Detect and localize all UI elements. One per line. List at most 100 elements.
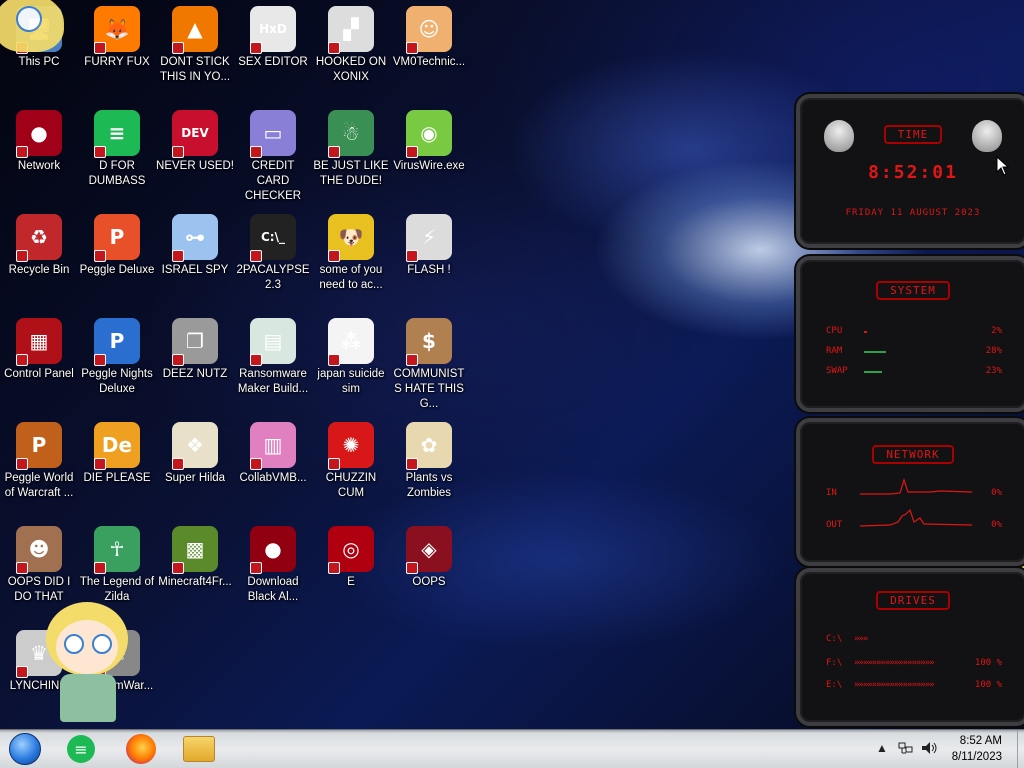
desktop-icon[interactable]: ▤ Ransomware Maker Build... (234, 318, 312, 397)
desktop-icon-label: ISRAEL SPY (161, 264, 229, 276)
firefox-icon (126, 734, 156, 764)
desktop-icon-image: ☥ (94, 526, 140, 574)
desktop-icon-image: ▥ (250, 422, 296, 470)
desktop-icon-image: ☃ (328, 110, 374, 158)
desktop-icon-label: Peggle Nights Deluxe (81, 368, 153, 395)
time-readout: 8:52:01 (868, 162, 958, 183)
desktop-icon[interactable]: De DIE PLEASE (78, 422, 156, 486)
desktop-icon[interactable]: ❐ DEEZ NUTZ (156, 318, 234, 382)
desktop-icon-image: ● (250, 526, 296, 574)
desktop-icon[interactable]: ⚡ FLASH ! (390, 214, 468, 278)
system-stat-bar (864, 351, 886, 353)
volume-tray-icon[interactable] (921, 741, 939, 758)
desktop-icon[interactable]: ☻ OOPS DID I DO THAT (0, 526, 78, 605)
taskbar: ≡ ▲ 8:52 AM 8/11/2023 (0, 729, 1024, 768)
network-tray-icon[interactable] (898, 741, 914, 758)
show-desktop-button[interactable] (1017, 730, 1024, 768)
desktop-icon[interactable]: ▥ CollabVMB... (234, 422, 312, 486)
desktop-icon[interactable]: 🦊 FURRY FUX (78, 6, 156, 70)
time-widget: TIME 8:52:01 FRIDAY 11 AUGUST 2023 (796, 94, 1024, 248)
desktop-icon-label: VirusWire.exe (393, 160, 465, 172)
desktop-icon[interactable]: ❖ Super Hilda (156, 422, 234, 486)
desktop-icon-label: CREDIT CARD CHECKER (244, 160, 302, 202)
desktop-icon-label: Peggle World of Warcraft ... (4, 472, 74, 499)
system-stat-label: CPU (826, 326, 843, 336)
shortcut-arrow-icon (406, 250, 418, 262)
shortcut-arrow-icon (172, 562, 184, 574)
desktop-icon[interactable]: ▦ Control Panel (0, 318, 78, 382)
desktop-icon[interactable]: P Peggle World of Warcraft ... (0, 422, 78, 501)
notes-app-icon: ≡ (67, 735, 95, 763)
system-stat-bar (864, 371, 882, 373)
desktop-icon[interactable]: ◉ VirusWire.exe (390, 110, 468, 174)
desktop-icon[interactable]: ◈ OOPS (390, 526, 468, 590)
desktop-icon[interactable]: HxD SEX EDITOR (234, 6, 312, 70)
desktop-icon[interactable]: C:\_ 2PACALYPSE 2.3 (234, 214, 312, 293)
desktop-icon[interactable]: ◎ E (312, 526, 390, 590)
shortcut-arrow-icon (172, 42, 184, 54)
desktop-icon-label: CHUZZIN CUM (325, 472, 377, 499)
desktop-icon[interactable]: ⁂ japan suicide sim (312, 318, 390, 397)
desktop-icon[interactable]: ● Network (0, 110, 78, 174)
desktop-icon-label: Ransomware Maker Build... (237, 368, 309, 395)
drive-label: E:\ (826, 680, 843, 690)
drive-usage-bar: »»»»»»»»»»»»»»»»»» (854, 680, 935, 690)
desktop-icon-image: P (94, 318, 140, 366)
desktop-icon[interactable]: ⊶ ISRAEL SPY (156, 214, 234, 278)
network-in-graph (860, 478, 972, 495)
tray-show-hidden-icons-button[interactable]: ▲ (876, 741, 888, 755)
desktop-icon[interactable]: ▭ CREDIT CARD CHECKER (234, 110, 312, 204)
cartoon-sticker-top-left (0, 0, 64, 52)
desktop-icon[interactable]: ☥ The Legend of Zilda (78, 526, 156, 605)
desktop-icon[interactable]: ♻ Recycle Bin (0, 214, 78, 278)
drive-usage-bar: »»» (854, 634, 868, 644)
cartoon-sticker-bottom-left (38, 602, 134, 724)
taskbar-firefox[interactable] (124, 733, 158, 765)
shortcut-arrow-icon (94, 354, 106, 366)
desktop-icon-image: De (94, 422, 140, 470)
desktop-icon[interactable]: ● Download Black Al... (234, 526, 312, 605)
desktop-icon-label: Super Hilda (164, 472, 226, 484)
desktop-icon-image: ▞ (328, 6, 374, 54)
desktop-icon[interactable]: ☺ VM0Technic... (390, 6, 468, 70)
network-in-value: 0% (991, 488, 1002, 498)
desktop-icon[interactable]: ✿ Plants vs Zombies (390, 422, 468, 501)
desktop-icon-image: ⁂ (328, 318, 374, 366)
desktop-icon[interactable]: ▲ DONT STICK THIS IN YO... (156, 6, 234, 85)
desktop-icon[interactable]: P Peggle Nights Deluxe (78, 318, 156, 397)
shortcut-arrow-icon (250, 458, 262, 470)
desktop-icon[interactable]: ≡ D FOR DUMBASS (78, 110, 156, 189)
drive-label: F:\ (826, 658, 843, 668)
clock-date: 8/11/2023 (951, 751, 1002, 763)
drive-usage-value: 100 % (974, 680, 1002, 690)
desktop-icon-image: ♻ (16, 214, 62, 262)
desktop-icon[interactable]: $ COMMUNISTS HATE THIS G... (390, 318, 468, 412)
desktop-icon[interactable]: ✺ CHUZZIN CUM (312, 422, 390, 501)
desktop-icon[interactable]: ▩ Minecraft4Fr... (156, 526, 234, 590)
drive-label: C:\ (826, 634, 843, 644)
taskbar-file-explorer[interactable] (182, 733, 216, 765)
start-button[interactable] (8, 733, 42, 765)
shortcut-arrow-icon (328, 354, 340, 366)
desktop-icon-image: P (16, 422, 62, 470)
desktop-icon[interactable]: DEV NEVER USED! (156, 110, 234, 174)
shortcut-arrow-icon (406, 146, 418, 158)
desktop-icon-label: HOOKED ON XONIX (315, 56, 387, 83)
desktop-icon-label: CollabVMB... (239, 472, 307, 484)
desktop-icon-image: ⚡ (406, 214, 452, 262)
desktop-icon-image: ▭ (250, 110, 296, 158)
desktop-icon-label: Control Panel (4, 368, 74, 380)
desktop-icon[interactable]: 🐶 some of you need to ac... (312, 214, 390, 293)
shortcut-arrow-icon (94, 562, 106, 574)
desktop-icon[interactable]: ☃ BE JUST LIKE THE DUDE! (312, 110, 390, 189)
shortcut-arrow-icon (16, 666, 28, 678)
shortcut-arrow-icon (406, 562, 418, 574)
desktop-icon[interactable]: ▞ HOOKED ON XONIX (312, 6, 390, 85)
desktop-icon-label: DEEZ NUTZ (162, 368, 228, 380)
taskbar-clock[interactable]: 8:52 AM 8/11/2023 (952, 733, 1002, 765)
desktop-icon-image: ▲ (172, 6, 218, 54)
desktop-icon[interactable]: P Peggle Deluxe (78, 214, 156, 278)
taskbar-notes-app[interactable]: ≡ (64, 733, 98, 765)
system-widget-title: SYSTEM (800, 281, 1024, 300)
desktop-icon-label: NEVER USED! (156, 160, 234, 172)
